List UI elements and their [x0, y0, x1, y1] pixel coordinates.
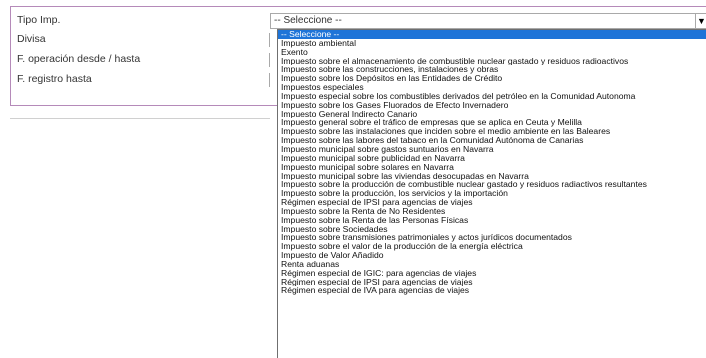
dropdown-option[interactable]: Impuesto sobre los Depósitos en las Enti… — [278, 74, 706, 83]
dropdown-option[interactable]: Impuestos especiales — [278, 83, 706, 92]
dropdown-option[interactable]: Régimen especial de IPSI para agencias d… — [278, 278, 706, 287]
divisa-field[interactable] — [269, 33, 272, 47]
dropdown-option[interactable]: Impuesto sobre transmisiones patrimonial… — [278, 233, 706, 242]
dropdown-option[interactable]: Impuesto General Indirecto Canario — [278, 110, 706, 119]
dropdown-option[interactable]: Impuesto municipal sobre las viviendas d… — [278, 172, 706, 181]
dropdown-option[interactable]: Impuesto sobre las labores del tabaco en… — [278, 136, 706, 145]
dropdown-option[interactable]: Régimen especial de IVA para agencias de… — [278, 286, 706, 295]
dropdown-option[interactable]: Impuesto sobre el valor de la producción… — [278, 242, 706, 251]
chevron-down-icon[interactable]: ▼ — [695, 14, 706, 28]
dropdown-option[interactable]: Impuesto municipal sobre gastos suntuari… — [278, 145, 706, 154]
operacion-date-field[interactable] — [269, 53, 272, 67]
dropdown-option[interactable]: Impuesto sobre el almacenamiento de comb… — [278, 57, 706, 66]
dropdown-option[interactable]: Impuesto municipal sobre publicidad en N… — [278, 154, 706, 163]
registro-date-label: F. registro hasta — [17, 73, 92, 85]
dropdown-option[interactable]: Impuesto ambiental — [278, 39, 706, 48]
tipo-imp-select[interactable]: -- Seleccione -- — [270, 13, 706, 29]
dropdown-option[interactable]: Impuesto sobre las instalaciones que inc… — [278, 127, 706, 136]
dropdown-option[interactable]: Impuesto sobre la Renta de No Residentes — [278, 207, 706, 216]
dropdown-option[interactable]: Impuesto sobre la producción, los servic… — [278, 189, 706, 198]
divider — [10, 107, 270, 119]
dropdown-option[interactable]: Impuesto sobre la producción de combusti… — [278, 180, 706, 189]
tax-filter-form: Tipo Imp. Divisa F. operación desde / ha… — [0, 0, 706, 358]
tipo-imp-dropdown-list[interactable]: -- Seleccione -- Impuesto ambiental Exento… — [277, 29, 706, 358]
dropdown-option[interactable]: Impuesto sobre los Gases Fluorados de Ef… — [278, 101, 706, 110]
dropdown-option[interactable]: Exento — [278, 48, 706, 57]
divisa-label: Divisa — [17, 33, 46, 45]
dropdown-option[interactable]: Impuesto sobre la Renta de las Personas … — [278, 216, 706, 225]
dropdown-option[interactable]: Renta aduanas — [278, 260, 706, 269]
dropdown-option[interactable]: Impuesto general sobre el tráfico de emp… — [278, 118, 706, 127]
registro-date-field[interactable] — [269, 73, 272, 87]
dropdown-option[interactable]: Impuesto de Valor Añadido — [278, 251, 706, 260]
dropdown-option[interactable]: Régimen especial de IPSI para agencias d… — [278, 198, 706, 207]
operacion-date-range-label: F. operación desde / hasta — [17, 53, 141, 65]
dropdown-option[interactable]: Impuesto sobre Sociedades — [278, 225, 706, 234]
dropdown-option[interactable]: Impuesto especial sobre los combustibles… — [278, 92, 706, 101]
dropdown-option[interactable]: Régimen especial de IGIC: para agencias … — [278, 269, 706, 278]
tipo-imp-label: Tipo Imp. — [17, 14, 61, 26]
dropdown-option[interactable]: -- Seleccione -- — [278, 30, 706, 39]
dropdown-option[interactable]: Impuesto sobre las construcciones, insta… — [278, 65, 706, 74]
dropdown-option[interactable]: Impuesto municipal sobre solares en Nava… — [278, 163, 706, 172]
